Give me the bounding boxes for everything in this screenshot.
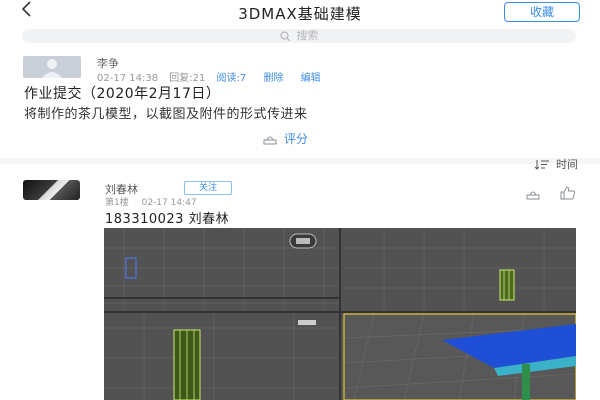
original-post: 李争 02-17 14:38 回复:21 阅读:7 删除 编辑 作业提交（202… xyxy=(0,50,600,158)
post-meta: 02-17 14:38 回复:21 阅读:7 删除 编辑 xyxy=(97,69,335,84)
top-bar: 3DMAX基础建模 收藏 xyxy=(0,0,600,24)
sort-label: 时间 xyxy=(556,158,578,171)
avatar[interactable] xyxy=(23,180,80,200)
collect-button[interactable]: 收藏 xyxy=(504,2,580,22)
read-count[interactable]: 阅读:7 xyxy=(217,73,247,84)
sort-icon xyxy=(534,160,549,170)
rate-icon[interactable] xyxy=(525,185,541,204)
default-avatar-icon xyxy=(42,59,62,78)
reply-meta: 第1楼 02-17 14:47 xyxy=(105,195,207,208)
rate-icon xyxy=(263,136,277,145)
attached-screenshot[interactable] xyxy=(104,228,576,400)
delete-button[interactable]: 删除 xyxy=(263,73,283,84)
post-title: 作业提交（2020年2月17日） xyxy=(24,86,221,102)
reply-text: 183310023 刘春林 xyxy=(105,212,230,227)
avatar[interactable] xyxy=(23,56,81,78)
sort-toggle[interactable]: 时间 xyxy=(534,158,578,172)
floor-number: 第1楼 xyxy=(105,198,129,208)
thumbs-up-icon[interactable] xyxy=(560,185,576,204)
3dmax-viewports-image xyxy=(104,228,576,400)
section-divider xyxy=(0,158,600,164)
rate-label: 评分 xyxy=(284,132,309,146)
search-bar[interactable]: 搜索 xyxy=(22,29,576,43)
search-placeholder: 搜索 xyxy=(296,29,319,42)
reply-actions xyxy=(511,185,576,204)
edit-button[interactable]: 编辑 xyxy=(301,73,321,84)
follow-button[interactable]: 关注 xyxy=(184,181,232,195)
rate-button[interactable]: 评分 xyxy=(262,130,308,147)
post-body: 将制作的茶几模型，以截图及附件的形式传进来 xyxy=(24,107,308,122)
reply-time: 02-17 14:47 xyxy=(141,198,197,208)
search-icon xyxy=(279,30,290,41)
